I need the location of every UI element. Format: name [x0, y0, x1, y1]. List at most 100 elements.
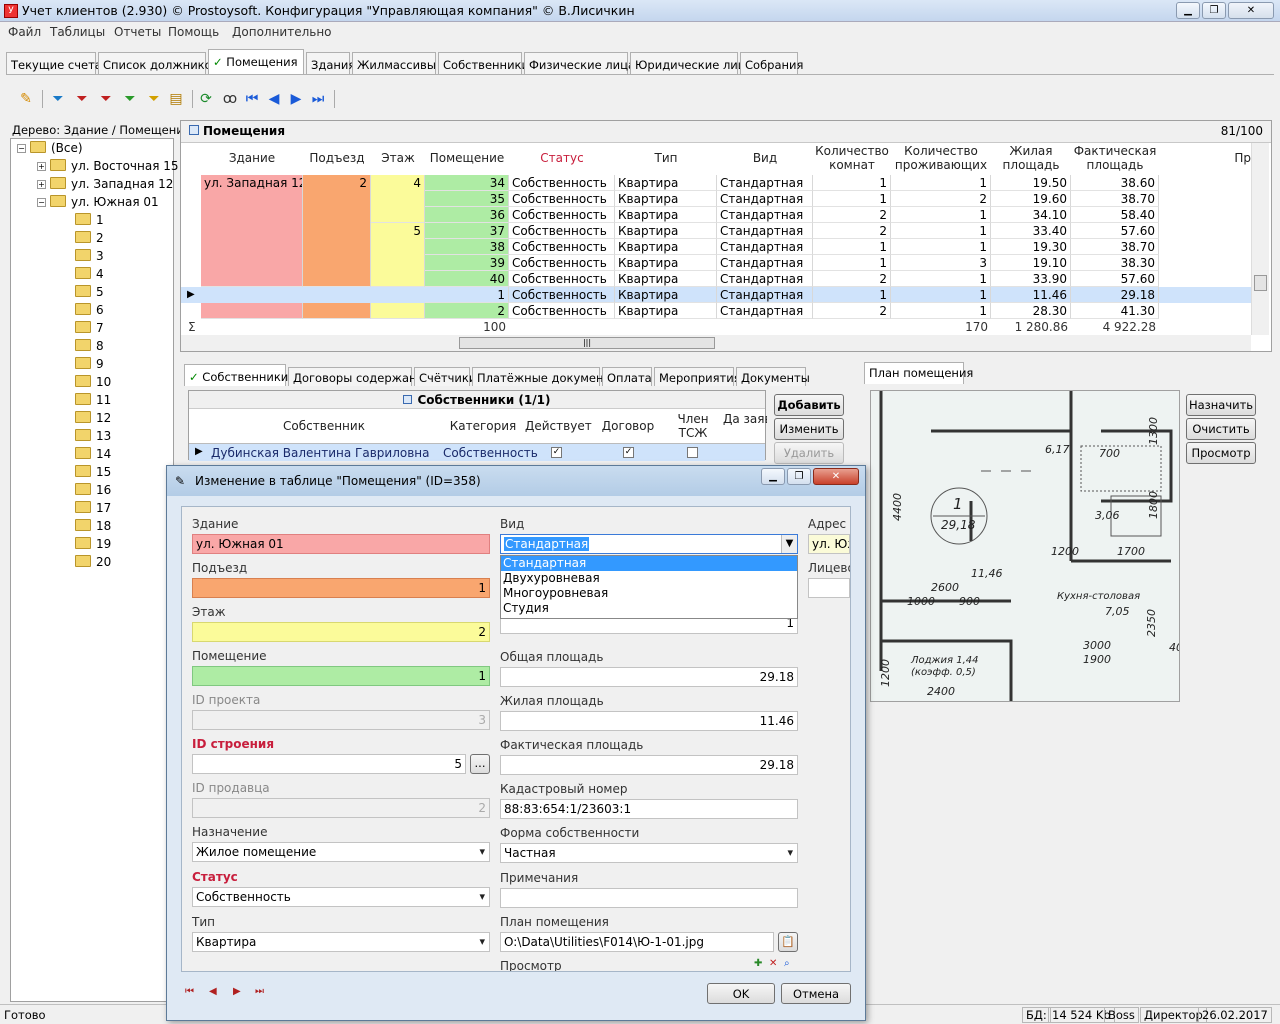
grid-cell-type[interactable]: Квартира [615, 303, 717, 319]
ownership-select[interactable]: Частная [500, 843, 798, 863]
tree-room[interactable]: 12 [75, 411, 111, 429]
prev-record-icon[interactable]: ◀ [209, 986, 217, 997]
kind-option[interactable]: Стандартная [501, 556, 797, 571]
subtab-owners[interactable]: ✓ Собственники [184, 364, 288, 386]
grid-cell-kind[interactable]: Стандартная [717, 287, 813, 303]
tree-building[interactable]: − ул. Южная 01 [37, 195, 159, 213]
tree-icon[interactable]: ▤ [166, 88, 186, 110]
grid-cell-status[interactable]: Собственность [509, 191, 615, 207]
kind-option[interactable]: Двухуровневая [501, 571, 797, 586]
grid-column-header[interactable]: Статус [509, 151, 615, 165]
grid-cell-status[interactable]: Собственность [509, 207, 615, 223]
grid-cell-rooms[interactable]: 2 [813, 303, 891, 319]
menu-tables[interactable]: Таблицы [50, 25, 105, 39]
kind-option[interactable]: Многоуровневая [501, 586, 797, 601]
grid-cell-type[interactable]: Квартира [615, 223, 717, 239]
grid-cell-actual[interactable]: 41.30 [1071, 303, 1159, 319]
menu-help[interactable]: Помощь [168, 25, 219, 39]
filter-clear-icon[interactable]: ⏷ [96, 88, 116, 110]
delete-owner-button[interactable]: Удалить [774, 442, 844, 464]
tab-owners[interactable]: Собственники [438, 52, 529, 74]
maximize-button[interactable]: ❐ [1202, 2, 1226, 19]
cancel-button[interactable]: Отмена [781, 983, 851, 1004]
tree-room[interactable]: 3 [75, 249, 104, 267]
last-record-icon[interactable]: ⏭ [308, 88, 328, 110]
living-area-field[interactable]: 11.46 [500, 711, 798, 731]
grid-column-header[interactable]: Вид [717, 151, 813, 165]
grid-cell-actual[interactable]: 58.40 [1071, 207, 1159, 223]
contract-checkbox[interactable]: ✓ [623, 447, 634, 458]
structure-id-field[interactable]: 5 [192, 754, 466, 774]
hscroll-thumb[interactable]: ||| [459, 337, 715, 349]
view-plan-button[interactable]: Просмотр [1186, 442, 1256, 464]
tree-room[interactable]: 19 [75, 537, 111, 555]
grid-column-header[interactable]: Количество проживающих [891, 144, 991, 172]
grid-cell-actual[interactable]: 38.70 [1071, 239, 1159, 255]
grid-cell-residents[interactable]: 1 [891, 287, 991, 303]
minimize-button[interactable]: ▁ [1176, 2, 1200, 19]
edit-pencil-icon[interactable]: ✎ [16, 88, 36, 110]
grid-cell-living[interactable]: 28.30 [991, 303, 1071, 319]
tree-room[interactable]: 4 [75, 267, 104, 285]
grid-cell-actual[interactable]: 38.60 [1071, 175, 1159, 191]
tree-room[interactable]: 8 [75, 339, 104, 357]
menu-extra[interactable]: Дополнительно [232, 25, 332, 39]
tree-room[interactable]: 10 [75, 375, 111, 393]
grid-column-header[interactable]: Фактическая площадь [1071, 144, 1159, 172]
building-field[interactable]: ул. Южная 01 [192, 534, 490, 554]
expand-icon[interactable]: + [37, 180, 46, 189]
next-record-icon[interactable]: ▶ [233, 986, 241, 997]
grid-cell-kind[interactable]: Стандартная [717, 255, 813, 271]
grid-cell-type[interactable]: Квартира [615, 271, 717, 287]
dialog-maximize-button[interactable]: ❐ [787, 468, 811, 485]
col-contract[interactable]: Договор [593, 419, 663, 433]
grid-column-header[interactable]: Количество комнат [813, 144, 891, 172]
grid-cell-kind[interactable]: Стандартная [717, 223, 813, 239]
menu-file[interactable]: Файл [8, 25, 41, 39]
entrance-field[interactable]: 1 [192, 578, 490, 598]
dialog-minimize-button[interactable]: ▁ [761, 468, 785, 485]
binoculars-icon[interactable]: ꝏ [220, 88, 240, 110]
tree-room[interactable]: 1 [75, 213, 104, 231]
grid-cell-residents[interactable]: 1 [891, 207, 991, 223]
tree-root[interactable]: − (Все) [17, 141, 83, 159]
grid-cell-kind[interactable]: Стандартная [717, 303, 813, 319]
grid-cell-actual[interactable]: 38.30 [1071, 255, 1159, 271]
grid-cell-room[interactable]: 37 [425, 223, 509, 239]
grid-cell-rooms[interactable]: 1 [813, 287, 891, 303]
last-record-icon[interactable]: ⏭ [255, 986, 264, 997]
subtab-documents[interactable]: Документы [736, 367, 810, 386]
grid-cell-room[interactable]: 40 [425, 271, 509, 287]
grid-cell-entrance[interactable]: 2 [303, 175, 371, 287]
zoom-icon[interactable]: ⌕ [784, 958, 790, 969]
tab-buildings[interactable]: Здания [306, 52, 355, 74]
tree-building[interactable]: + ул. Западная 12 [37, 177, 173, 195]
grid-cell-kind[interactable]: Стандартная [717, 207, 813, 223]
grid-cell-rooms[interactable]: 1 [813, 175, 891, 191]
total-area-field[interactable]: 29.18 [500, 667, 798, 687]
grid-cell-living[interactable]: 19.60 [991, 191, 1071, 207]
grid-cell-actual[interactable]: 57.60 [1071, 223, 1159, 239]
active-checkbox[interactable]: ✓ [551, 447, 562, 458]
grid-cell-residents[interactable]: 1 [891, 271, 991, 287]
grid-cell-living[interactable]: 33.90 [991, 271, 1071, 287]
grid-cell-status[interactable]: Собственность [509, 223, 615, 239]
notes-field[interactable] [500, 888, 798, 908]
grid-cell-living[interactable]: 11.46 [991, 287, 1071, 303]
kind-select[interactable]: Стандартная ▼ [500, 534, 798, 554]
grid-cell-residents[interactable]: 1 [891, 223, 991, 239]
tree-room[interactable]: 6 [75, 303, 104, 321]
grid-cell-rooms[interactable]: 2 [813, 223, 891, 239]
dropdown-arrow-icon[interactable]: ▼ [781, 535, 797, 553]
grid-cell-rooms[interactable]: 1 [813, 239, 891, 255]
grid-cell-rooms[interactable]: 2 [813, 271, 891, 287]
col-hoa-member[interactable]: Член ТСЖ [663, 412, 723, 440]
hoa-checkbox[interactable] [687, 447, 698, 458]
subtab-events[interactable]: Мероприятия [654, 367, 741, 386]
grid-cell-actual[interactable]: 29.18 [1071, 287, 1159, 303]
grid-cell-status[interactable]: Собственность [509, 287, 615, 303]
filter-apply-icon[interactable]: ⏷ [120, 88, 140, 110]
grid-cell-rooms[interactable]: 1 [813, 255, 891, 271]
edit-owner-button[interactable]: Изменить [774, 418, 844, 440]
tree-room[interactable]: 17 [75, 501, 111, 519]
